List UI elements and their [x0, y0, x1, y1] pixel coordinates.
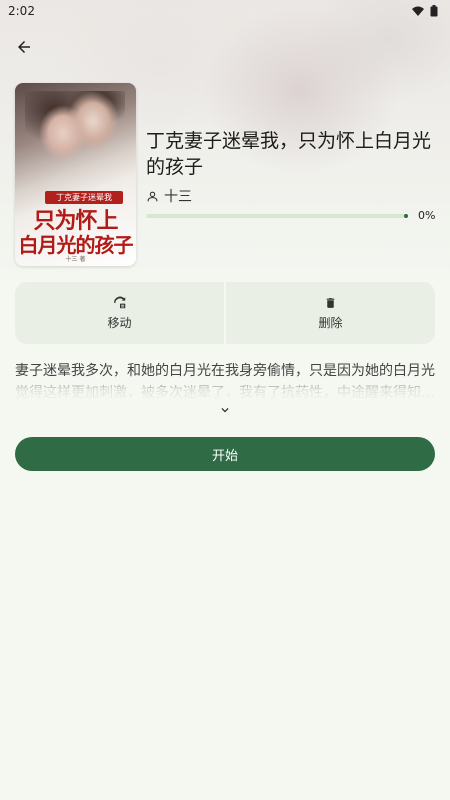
cover-author: 十三 著: [65, 256, 86, 263]
book-title: 丁克妻子迷晕我，只为怀上白月光的孩子: [146, 130, 432, 178]
description-fade: [15, 376, 435, 402]
status-icons: [412, 5, 438, 17]
wifi-icon: [412, 6, 424, 16]
person-icon: [147, 191, 158, 201]
chevron-down-icon: [221, 408, 229, 413]
delete-label: 删除: [318, 315, 343, 330]
reading-progress-bar: [146, 214, 408, 218]
book-author: 十三: [164, 189, 192, 205]
action-row: 移动 删除: [15, 282, 435, 344]
expand-description-button[interactable]: [213, 400, 237, 420]
arrow-left-icon: [18, 41, 30, 53]
move-label: 移动: [107, 315, 132, 330]
move-button[interactable]: 移动: [15, 282, 224, 344]
progress-end-dot: [404, 214, 408, 218]
delete-button[interactable]: 删除: [226, 282, 435, 344]
back-button[interactable]: [8, 32, 40, 62]
status-time: 2:02: [8, 4, 35, 18]
battery-icon: [430, 5, 438, 17]
cover-illustration: [25, 91, 125, 186]
book-cover[interactable]: 丁克妻子迷晕我 只为怀上 白月光的孩子 十三 著: [15, 83, 136, 266]
author-row: 十三: [146, 186, 192, 206]
start-reading-button[interactable]: 开始: [15, 437, 435, 471]
trash-icon: [326, 297, 335, 308]
progress-percent: 0%: [418, 209, 436, 222]
move-icon: [113, 296, 125, 308]
status-bar: 2:02: [0, 0, 450, 22]
